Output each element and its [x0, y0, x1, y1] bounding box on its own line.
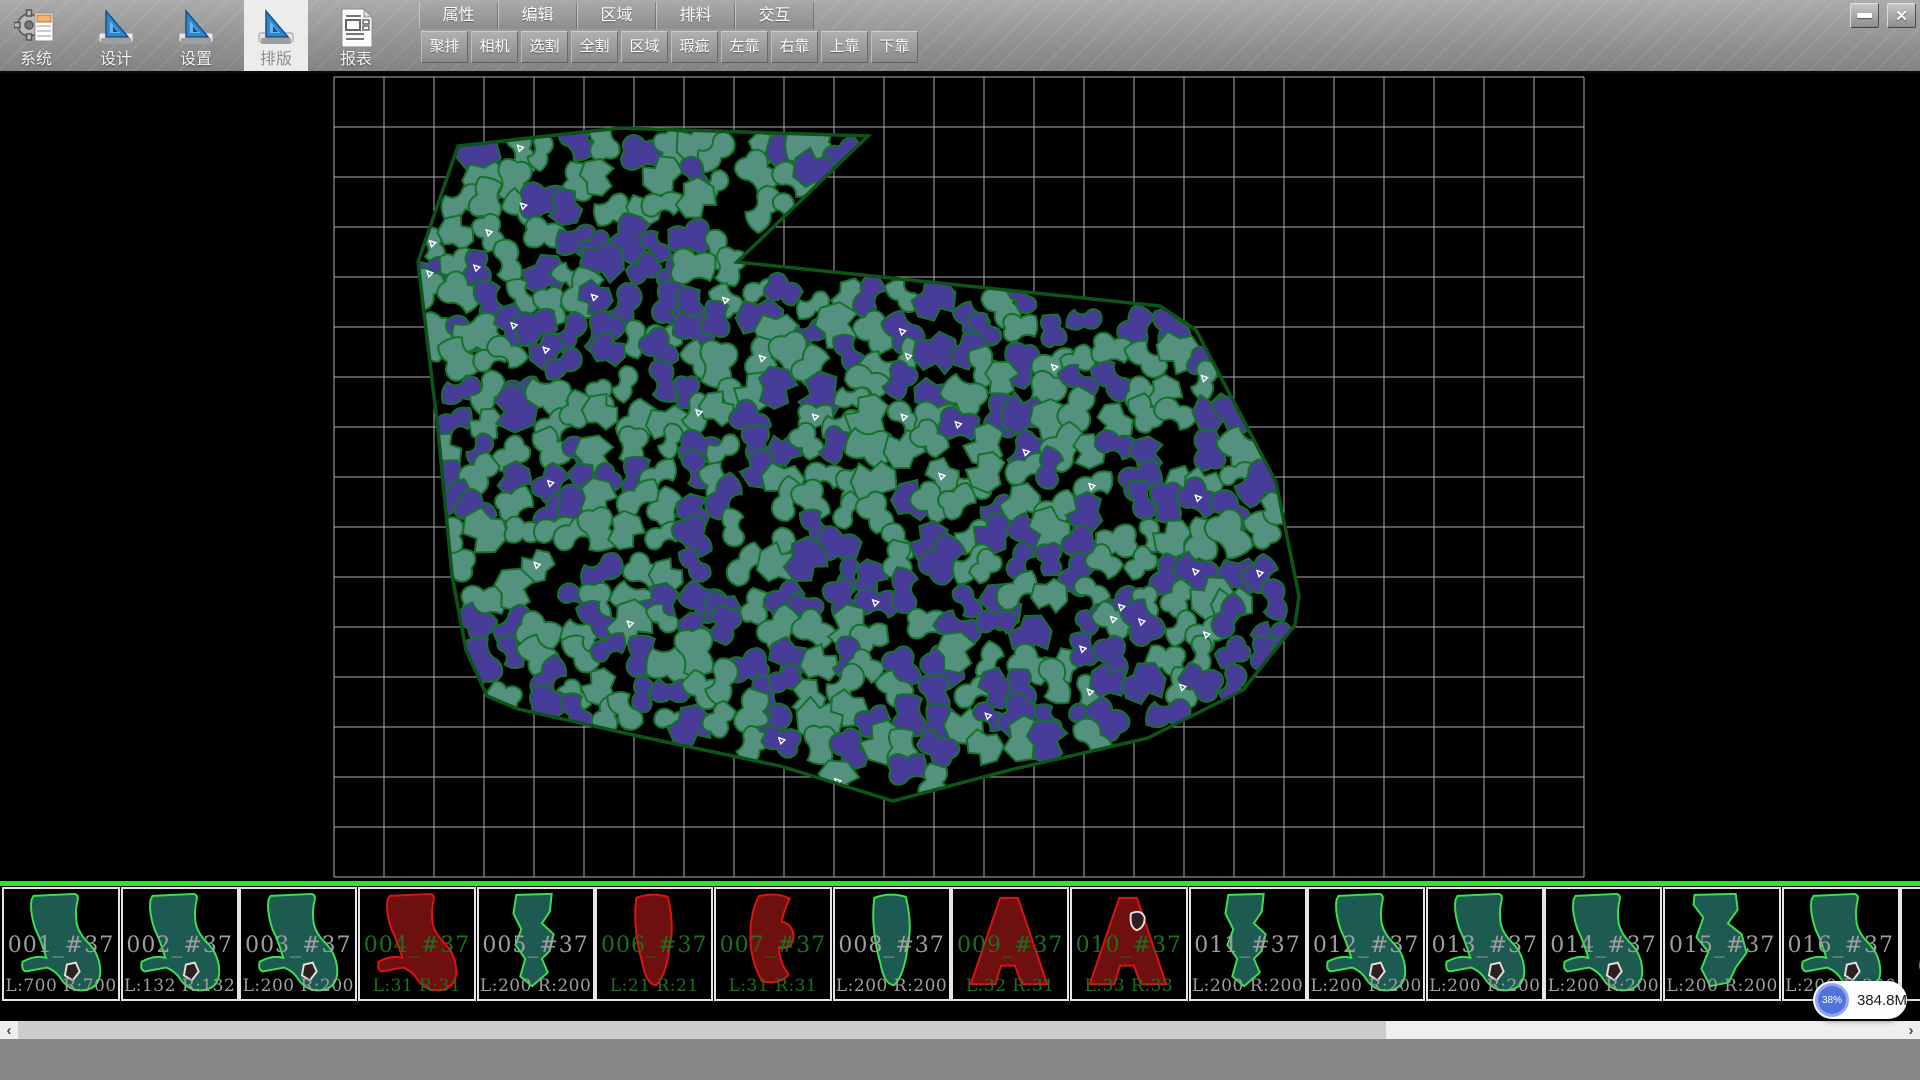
piece-shape: [367, 890, 467, 998]
piece-thumbnail-7[interactable]: 007_#37 L:31 R:31: [714, 887, 832, 1001]
piece-shape: [1198, 890, 1298, 998]
piece-shape: [130, 890, 230, 998]
progress-circle: 38%: [1815, 983, 1849, 1017]
mode-button-label: 设置: [180, 51, 212, 69]
set-square-icon: [94, 7, 138, 49]
tool-button-5[interactable]: 区域: [621, 31, 668, 63]
piece-thumbnail-12[interactable]: 012_#37 L:200 R:200: [1307, 887, 1425, 1001]
menu-row: 属性编辑区域排料交互: [419, 2, 814, 29]
tool-button-10[interactable]: 下靠: [871, 31, 918, 63]
piece-shape: [842, 890, 942, 998]
piece-thumbnail-1[interactable]: 001_#37 L:700 R:700: [2, 887, 120, 1001]
piece-shape: [604, 890, 704, 998]
piece-thumbnail-15[interactable]: 015_#37 L:200 R:200: [1663, 887, 1781, 1001]
tool-button-7[interactable]: 左靠: [721, 31, 768, 63]
mode-button-4[interactable]: 排版: [244, 0, 308, 71]
piece-thumbnail-3[interactable]: 003_#37 L:200 R:200: [239, 887, 357, 1001]
window-controls: ✕: [1850, 3, 1916, 28]
mode-button-2[interactable]: 设计: [84, 0, 148, 71]
nesting-canvas[interactable]: [0, 73, 1920, 881]
status-strip: [0, 1039, 1920, 1080]
minimize-button[interactable]: [1850, 3, 1879, 28]
piece-thumbnail-17[interactable]: 0 L:: [1900, 887, 1920, 1001]
piece-shape: [723, 890, 823, 998]
mode-button-label: 报表: [340, 51, 372, 69]
main-mode-buttons: 系统 设计 设置 排版 报表: [4, 0, 404, 71]
piece-shape: [486, 890, 586, 998]
piece-shape: [1553, 890, 1653, 998]
mode-button-label: 设计: [100, 51, 132, 69]
scroll-left-arrow[interactable]: ‹: [0, 1021, 18, 1039]
tool-button-4[interactable]: 全割: [571, 31, 618, 63]
tool-button-3[interactable]: 选割: [521, 31, 568, 63]
piece-thumbnail-13[interactable]: 013_#37 L:200 R:200: [1426, 887, 1544, 1001]
menu-button-1[interactable]: 属性: [419, 2, 498, 29]
piece-shape: [248, 890, 348, 998]
gear-icon: [14, 7, 58, 49]
piece-thumbnail-2[interactable]: 002_#37 L:132 R:132: [121, 887, 239, 1001]
progress-indicator: 38% 384.8M: [1813, 981, 1907, 1019]
tool-button-1[interactable]: 聚排: [421, 31, 468, 63]
minimize-icon: [1857, 13, 1872, 18]
menu-button-2[interactable]: 编辑: [498, 2, 577, 29]
app-window: 系统 设计 设置 排版 报表 属性编辑区域排料交互 聚排相机选割全割区域瑕疵左靠…: [0, 0, 1920, 1080]
piece-shape: [1079, 890, 1179, 998]
piece-shape: [1909, 890, 1920, 998]
piece-shape: [1316, 890, 1416, 998]
piece-cells: 001_#37 L:700 R:700 002_#37 L:132 R:132 …: [0, 887, 1920, 1001]
piece-thumbnail-strip: 001_#37 L:700 R:700 002_#37 L:132 R:132 …: [0, 881, 1920, 1021]
toolbar: 系统 设计 设置 排版 报表 属性编辑区域排料交互 聚排相机选割全割区域瑕疵左靠…: [0, 0, 1920, 73]
menu-button-5[interactable]: 交互: [735, 2, 814, 29]
report-icon: [334, 7, 378, 49]
close-button[interactable]: ✕: [1887, 3, 1916, 28]
scrollbar-thumb[interactable]: [18, 1021, 1386, 1039]
tool-button-6[interactable]: 瑕疵: [671, 31, 718, 63]
piece-thumbnail-9[interactable]: 009_#37 L:32 R:31: [951, 887, 1069, 1001]
piece-shape: [1672, 890, 1772, 998]
mode-button-1[interactable]: 系统: [4, 0, 68, 71]
strip-separator-line: [0, 881, 1920, 886]
mode-button-3[interactable]: 设置: [164, 0, 228, 71]
nesting-drawing: [0, 73, 1920, 881]
mode-button-label: 排版: [260, 51, 292, 69]
piece-thumbnail-5[interactable]: 005_#37 L:200 R:200: [477, 887, 595, 1001]
menu-button-4[interactable]: 排料: [656, 2, 735, 29]
menu-button-3[interactable]: 区域: [577, 2, 656, 29]
set-square-icon: [174, 7, 218, 49]
mode-button-5[interactable]: 报表: [324, 0, 388, 71]
tool-row: 聚排相机选割全割区域瑕疵左靠右靠上靠下靠: [421, 31, 921, 63]
close-icon: ✕: [1895, 7, 1908, 25]
piece-shape: [11, 890, 111, 998]
memory-usage: 384.8M: [1857, 992, 1907, 1009]
mode-button-label: 系统: [20, 51, 52, 69]
piece-thumbnail-4[interactable]: 004_#37 L:31 R:31: [358, 887, 476, 1001]
progress-percent: 38%: [1822, 995, 1842, 1006]
tool-button-8[interactable]: 右靠: [771, 31, 818, 63]
set-square-icon: [254, 7, 298, 49]
piece-shape: [1435, 890, 1535, 998]
tool-button-2[interactable]: 相机: [471, 31, 518, 63]
tool-button-9[interactable]: 上靠: [821, 31, 868, 63]
piece-thumbnail-11[interactable]: 011_#37 L:200 R:200: [1189, 887, 1307, 1001]
piece-thumbnail-8[interactable]: 008_#37 L:200 R:200: [833, 887, 951, 1001]
piece-shape: [960, 890, 1060, 998]
piece-thumbnail-6[interactable]: 006_#37 L:21 R:21: [595, 887, 713, 1001]
horizontal-scrollbar[interactable]: ‹ ›: [0, 1021, 1920, 1039]
piece-thumbnail-10[interactable]: 010_#37 L:33 R:33: [1070, 887, 1188, 1001]
scroll-right-arrow[interactable]: ›: [1902, 1021, 1920, 1039]
piece-thumbnail-14[interactable]: 014_#37 L:200 R:200: [1544, 887, 1662, 1001]
